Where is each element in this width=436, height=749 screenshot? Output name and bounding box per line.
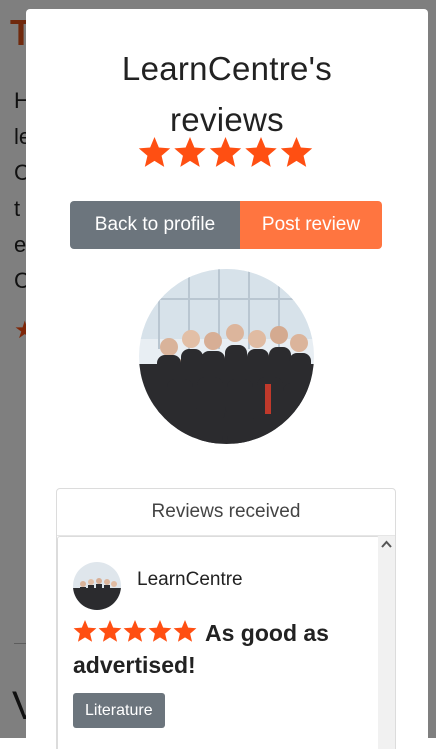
reviewer-avatar xyxy=(73,562,121,610)
star-icon xyxy=(280,137,313,167)
chevron-up-icon[interactable] xyxy=(381,540,392,550)
reviews-modal: LearnCentre's reviews Back to profile Po… xyxy=(26,9,428,749)
overall-rating-stars xyxy=(138,136,314,176)
reviewer-name[interactable]: LearnCentre xyxy=(137,569,243,591)
post-review-button[interactable]: Post review xyxy=(240,201,382,249)
star-icon xyxy=(245,137,277,167)
reviews-scrollbar[interactable] xyxy=(378,536,395,749)
reviews-received-card: Reviews received LearnCentre As good as … xyxy=(56,488,396,749)
star-icon xyxy=(209,137,242,167)
review-heading: As good as advertised! xyxy=(73,620,329,678)
modal-title: LearnCentre's reviews xyxy=(26,43,428,145)
star-icon xyxy=(138,137,171,167)
reviews-scroll-area[interactable]: LearnCentre As good as advertised! Liter… xyxy=(57,536,395,749)
back-to-profile-button[interactable]: Back to profile xyxy=(70,201,240,249)
profile-photo xyxy=(139,269,314,444)
review-card: LearnCentre As good as advertised! Liter… xyxy=(57,536,380,749)
review-subject-tag: Literature xyxy=(73,693,165,728)
modal-title-line1: LearnCentre's xyxy=(121,50,333,87)
reviews-received-header: Reviews received xyxy=(57,489,395,536)
star-icon xyxy=(174,137,206,167)
modal-button-group: Back to profile Post review xyxy=(70,201,382,249)
